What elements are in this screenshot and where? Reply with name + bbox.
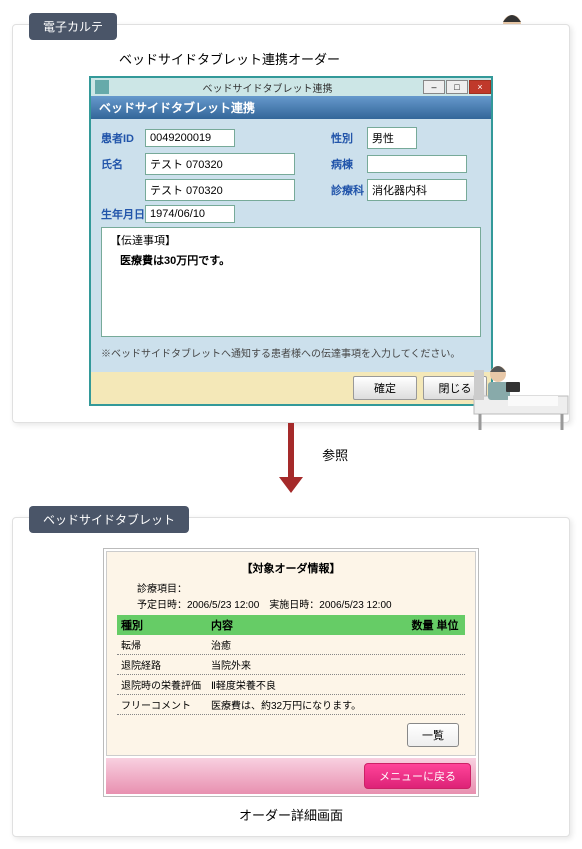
name-label: 氏名 bbox=[101, 156, 145, 172]
table-row: フリーコメント医療費は、約32万円になります。 bbox=[117, 695, 465, 715]
flow-arrow-icon bbox=[288, 423, 294, 479]
memo-heading: 【伝達事項】 bbox=[110, 232, 472, 248]
memo-textarea[interactable]: 【伝達事項】 医療費は30万円です。 bbox=[101, 227, 481, 337]
window-icon bbox=[95, 80, 109, 94]
birth-field[interactable]: 1974/06/10 bbox=[145, 205, 235, 223]
list-button[interactable]: 一覧 bbox=[407, 723, 459, 747]
sex-field[interactable]: 男性 bbox=[367, 127, 417, 149]
header-content: 内容 bbox=[207, 615, 405, 635]
table-row: 退院経路当院外来 bbox=[117, 655, 465, 675]
sex-label: 性別 bbox=[331, 130, 367, 146]
name-field[interactable]: テスト 070320 bbox=[145, 153, 295, 175]
ward-label: 病棟 bbox=[331, 156, 367, 172]
patient-id-field[interactable]: 0049200019 bbox=[145, 129, 235, 147]
order-meta-1: 診療項目： bbox=[137, 580, 465, 595]
name2-field[interactable]: テスト 070320 bbox=[145, 179, 295, 201]
maximize-button[interactable]: □ bbox=[446, 80, 468, 94]
header-type: 種別 bbox=[117, 615, 207, 635]
tablet-panel: ベッドサイドタブレット 【対象オーダ情報】 診療項目： 予定日時：2006/5/… bbox=[12, 517, 570, 837]
minimize-button[interactable]: – bbox=[423, 80, 445, 94]
confirm-button[interactable]: 確定 bbox=[353, 376, 417, 400]
table-row: 退院時の栄養評価Ⅱ軽度栄養不良 bbox=[117, 675, 465, 695]
memo-body: 医療費は30万円です。 bbox=[110, 248, 472, 268]
arrow-label: 参照 bbox=[322, 445, 348, 464]
emr-title: ベッドサイドタブレット連携オーダー bbox=[119, 49, 553, 68]
menu-return-button[interactable]: メニューに戻る bbox=[364, 763, 471, 789]
window-subtitle: ベッドサイドタブレット連携 bbox=[91, 96, 491, 119]
close-window-button[interactable]: × bbox=[469, 80, 491, 94]
window-title: ベッドサイドタブレット連携 bbox=[113, 80, 422, 95]
order-window: ベッドサイドタブレット連携 – □ × ベッドサイドタブレット連携 患者ID 0… bbox=[89, 76, 493, 406]
table-row: 転帰治癒 bbox=[117, 635, 465, 655]
header-qty: 数量 単位 bbox=[405, 615, 465, 635]
tablet-tag: ベッドサイドタブレット bbox=[29, 506, 189, 533]
order-section-title: 【対象オーダ情報】 bbox=[117, 560, 465, 576]
birth-label: 生年月日 bbox=[101, 206, 145, 222]
titlebar: ベッドサイドタブレット連携 – □ × bbox=[91, 78, 491, 96]
memo-note: ※ベッドサイドタブレットへ通知する患者様への伝達事項を入力してください。 bbox=[101, 341, 481, 364]
patient-illustration bbox=[466, 352, 576, 432]
ward-field[interactable] bbox=[367, 155, 467, 173]
tablet-screen: 【対象オーダ情報】 診療項目： 予定日時：2006/5/23 12:00 実施日… bbox=[103, 548, 479, 797]
tablet-caption: オーダー詳細画面 bbox=[29, 805, 553, 824]
dept-field[interactable]: 消化器内科 bbox=[367, 179, 467, 201]
dept-label: 診療科 bbox=[331, 182, 367, 198]
patient-id-label: 患者ID bbox=[101, 130, 145, 146]
order-table-header: 種別 内容 数量 単位 bbox=[117, 615, 465, 635]
emr-tag: 電子カルテ bbox=[29, 13, 117, 40]
order-meta-2: 予定日時：2006/5/23 12:00 実施日時：2006/5/23 12:0… bbox=[137, 596, 465, 611]
